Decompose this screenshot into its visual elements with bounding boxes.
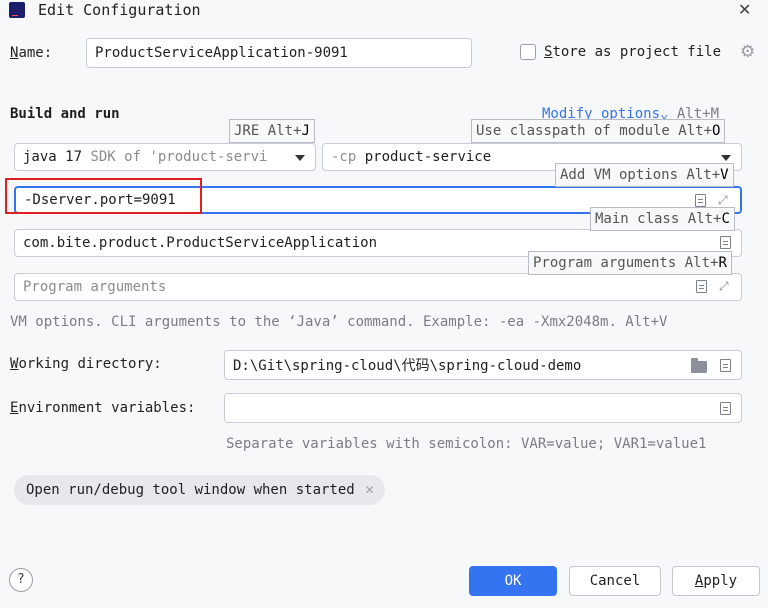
jre-dropdown[interactable]: java 17 SDK of 'product-servi: [14, 143, 316, 171]
intellij-app-icon: [9, 2, 25, 18]
document-icon[interactable]: [696, 280, 707, 293]
document-icon[interactable]: [720, 359, 731, 372]
program-arguments-input[interactable]: Program arguments ⤢: [14, 273, 742, 301]
main-class-value: com.bite.product.ProductServiceApplicati…: [23, 235, 378, 251]
working-directory-input[interactable]: D:\Git\spring-cloud\代码\spring-cloud-demo: [224, 350, 742, 380]
document-icon[interactable]: [720, 236, 731, 249]
expand-icon[interactable]: ⤢: [719, 280, 731, 292]
name-value: ProductServiceApplication-9091: [95, 45, 348, 61]
main-class-shortcut-hint: Main class Alt+C: [590, 207, 735, 231]
close-icon[interactable]: ✕: [365, 475, 375, 505]
open-tool-window-chip[interactable]: Open run/debug tool window when started …: [14, 475, 385, 505]
name-label: Name:: [10, 45, 53, 61]
document-icon[interactable]: [695, 194, 706, 207]
help-button[interactable]: ?: [9, 568, 33, 592]
expand-icon[interactable]: ⤢: [718, 194, 730, 206]
ok-button[interactable]: OK: [469, 566, 557, 596]
environment-variables-input[interactable]: [224, 393, 742, 423]
program-arguments-placeholder: Program arguments: [23, 279, 167, 295]
apply-button[interactable]: Apply: [672, 566, 760, 596]
chip-label: Open run/debug tool window when started: [26, 482, 355, 498]
highlight-box: [5, 178, 202, 214]
vm-options-help: VM options. CLI arguments to the ‘Java’ …: [10, 314, 668, 330]
document-icon[interactable]: [720, 402, 731, 415]
jre-shortcut-hint: JRE Alt+J: [229, 119, 315, 143]
close-icon[interactable]: ✕: [738, 0, 751, 19]
program-arguments-shortcut-hint: Program arguments Alt+R: [528, 251, 732, 275]
chevron-down-icon: [295, 155, 305, 161]
classpath-shortcut-hint: Use classpath of module Alt+O: [471, 119, 726, 143]
title-bar: Edit Configuration ✕: [0, 0, 768, 28]
build-and-run-heading: Build and run: [10, 106, 120, 122]
jre-value: java 17: [23, 149, 83, 165]
environment-variables-help: Separate variables with semicolon: VAR=v…: [226, 436, 707, 452]
jre-sdk-text: SDK of 'product-servi: [90, 149, 268, 165]
working-directory-value: D:\Git\spring-cloud\代码\spring-cloud-demo: [233, 358, 582, 374]
window-title: Edit Configuration: [38, 1, 201, 19]
gear-icon[interactable]: ⚙: [740, 42, 755, 62]
cancel-button[interactable]: Cancel: [569, 566, 661, 596]
name-input[interactable]: ProductServiceApplication-9091: [86, 38, 472, 68]
working-directory-label: Working directory:: [10, 356, 162, 372]
environment-variables-label: Environment variables:: [10, 400, 196, 416]
chevron-down-icon: [721, 155, 731, 161]
cp-prefix: -cp: [331, 149, 357, 165]
cp-value: product-service: [364, 149, 492, 165]
folder-icon[interactable]: [691, 358, 707, 373]
store-project-checkbox[interactable]: [520, 44, 536, 60]
vm-options-shortcut-hint: Add VM options Alt+V: [555, 163, 734, 187]
store-project-label[interactable]: Store as project file: [544, 44, 721, 60]
